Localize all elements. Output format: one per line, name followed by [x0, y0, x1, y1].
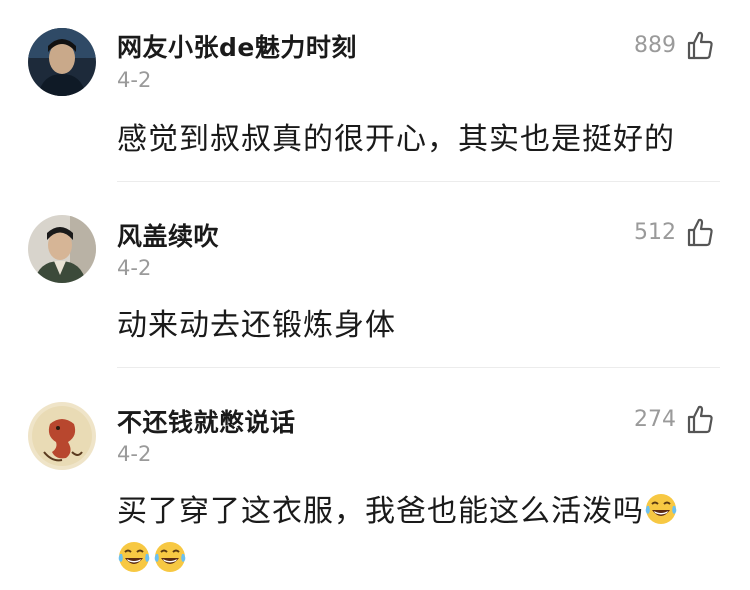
like-count: 512 — [634, 219, 676, 245]
divider — [117, 181, 720, 182]
laughing-tears-emoji — [645, 494, 677, 524]
laughing-tears-emoji — [154, 542, 186, 572]
comment-text: 买了穿了这衣服，我爸也能这么活泼吗 — [117, 488, 727, 584]
like-count: 889 — [634, 32, 676, 58]
comment-date: 4-2 — [117, 68, 152, 92]
like-button[interactable]: 889 — [634, 30, 714, 60]
comment-date: 4-2 — [117, 442, 152, 466]
comment-date: 4-2 — [117, 256, 152, 280]
like-button[interactable]: 274 — [634, 404, 714, 434]
like-count: 274 — [634, 406, 676, 432]
avatar[interactable] — [28, 402, 96, 470]
avatar[interactable] — [28, 28, 96, 96]
avatar[interactable] — [28, 215, 96, 283]
like-button[interactable]: 512 — [634, 217, 714, 247]
comment-text: 感觉到叔叔真的很开心，其实也是挺好的 — [117, 122, 675, 157]
user-name[interactable]: 不还钱就憋说话 — [117, 403, 296, 439]
thumbs-up-icon — [687, 218, 713, 247]
comment-text-content: 买了穿了这衣服，我爸也能这么活泼吗 — [117, 494, 644, 529]
thumbs-up-icon — [687, 405, 713, 434]
user-name[interactable]: 网友小张de魅力时刻 — [117, 28, 357, 64]
laughing-tears-emoji — [118, 542, 150, 572]
divider — [117, 367, 720, 368]
thumbs-up-icon — [687, 31, 713, 60]
comment-text: 动来动去还锻炼身体 — [117, 308, 396, 343]
user-name[interactable]: 风盖续吹 — [117, 217, 219, 253]
